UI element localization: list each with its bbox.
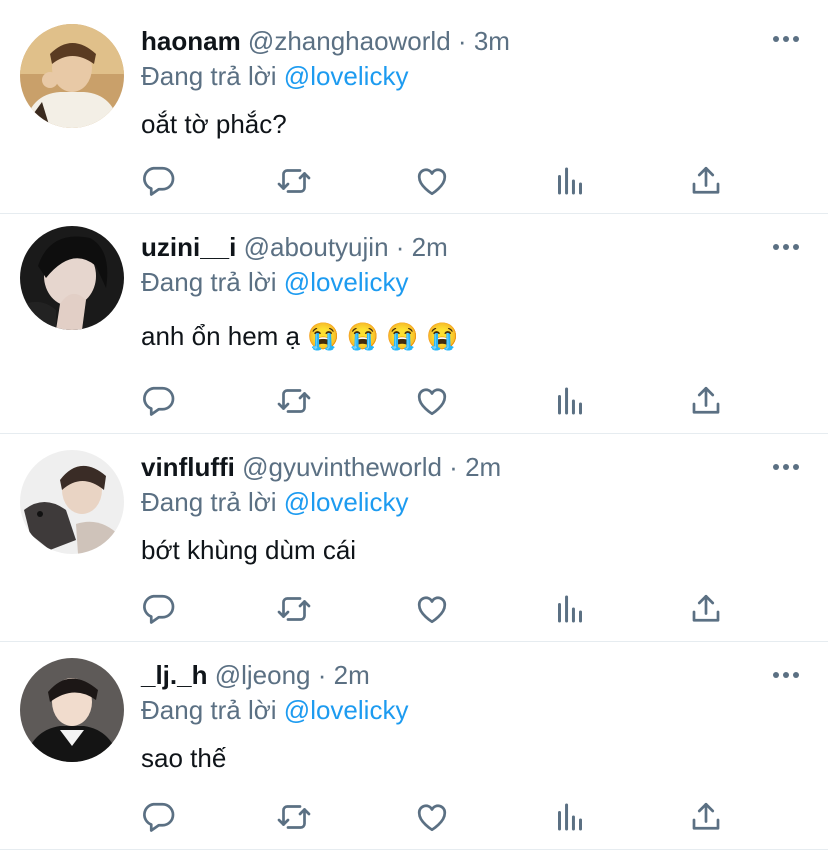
avatar[interactable] xyxy=(20,658,124,762)
timestamp[interactable]: 2m xyxy=(412,232,448,262)
mention-link[interactable]: @lovelicky xyxy=(284,695,409,725)
retweet-icon[interactable] xyxy=(276,163,312,199)
share-icon[interactable] xyxy=(688,383,724,419)
timestamp[interactable]: 2m xyxy=(334,660,370,690)
reply-icon[interactable] xyxy=(140,591,176,627)
like-icon[interactable] xyxy=(414,591,450,627)
username[interactable]: @ljeong xyxy=(215,660,311,690)
username[interactable]: @zhanghaoworld xyxy=(248,26,451,56)
tweet-card[interactable]: uzini__i @aboutyujin · 2m Đang trả lời @… xyxy=(0,214,828,434)
reply-icon[interactable] xyxy=(140,799,176,835)
reply-prefix: Đang trả lời xyxy=(141,61,277,91)
tweet-text: anh ổn hem ạ 😭 😭 😭 😭 xyxy=(141,321,459,351)
retweet-icon[interactable] xyxy=(276,383,312,419)
tweet-text: sao thế xyxy=(141,743,227,773)
reply-icon[interactable] xyxy=(140,163,176,199)
separator: · xyxy=(457,26,467,56)
separator: · xyxy=(449,452,458,482)
tweet-card[interactable]: vinfluffi @gyuvintheworld · 2m Đang trả … xyxy=(0,434,828,642)
analytics-icon[interactable] xyxy=(552,383,588,419)
reply-prefix: Đang trả lời xyxy=(141,695,277,725)
like-icon[interactable] xyxy=(414,163,450,199)
display-name[interactable]: uzini__i xyxy=(141,232,236,262)
reply-prefix: Đang trả lời xyxy=(141,267,277,297)
username[interactable]: @aboutyujin xyxy=(244,232,389,262)
more-icon[interactable] xyxy=(772,242,800,252)
mention-link[interactable]: @lovelicky xyxy=(284,487,409,517)
tweet-card[interactable]: haonam @zhanghaoworld · 3m Đang trả lời … xyxy=(0,0,828,214)
retweet-icon[interactable] xyxy=(276,591,312,627)
avatar[interactable] xyxy=(20,226,124,330)
avatar[interactable] xyxy=(20,24,124,128)
username[interactable]: @gyuvintheworld xyxy=(242,452,442,482)
tweet-text: bớt khùng dùm cái xyxy=(141,535,357,565)
reply-prefix: Đang trả lời xyxy=(141,487,277,517)
timestamp[interactable]: 3m xyxy=(474,26,510,56)
replying-to: Đang trả lời @lovelicky xyxy=(141,59,808,93)
more-icon[interactable] xyxy=(772,670,800,680)
separator: · xyxy=(395,232,405,262)
timestamp[interactable]: 2m xyxy=(465,452,501,482)
replying-to: Đang trả lời @lovelicky xyxy=(141,265,808,299)
share-icon[interactable] xyxy=(688,799,724,835)
display-name[interactable]: haonam xyxy=(141,26,241,56)
analytics-icon[interactable] xyxy=(552,163,588,199)
display-name[interactable]: vinfluffi xyxy=(141,452,235,482)
share-icon[interactable] xyxy=(688,163,724,199)
replying-to: Đang trả lời @lovelicky xyxy=(141,485,808,519)
more-icon[interactable] xyxy=(772,462,800,472)
avatar[interactable] xyxy=(20,450,124,554)
mention-link[interactable]: @lovelicky xyxy=(284,267,409,297)
tweet-card[interactable]: _lj._h @ljeong · 2m Đang trả lời @loveli… xyxy=(0,642,828,850)
more-icon[interactable] xyxy=(772,34,800,44)
reply-icon[interactable] xyxy=(140,383,176,419)
tweet-text: oắt tờ phắc? xyxy=(141,109,287,139)
analytics-icon[interactable] xyxy=(552,799,588,835)
analytics-icon[interactable] xyxy=(552,591,588,627)
retweet-icon[interactable] xyxy=(276,799,312,835)
reply-feed: haonam @zhanghaoworld · 3m Đang trả lời … xyxy=(0,0,828,850)
separator: · xyxy=(317,660,327,690)
mention-link[interactable]: @lovelicky xyxy=(284,61,409,91)
replying-to: Đang trả lời @lovelicky xyxy=(141,693,808,727)
like-icon[interactable] xyxy=(414,383,450,419)
like-icon[interactable] xyxy=(414,799,450,835)
display-name[interactable]: _lj._h xyxy=(141,660,207,690)
share-icon[interactable] xyxy=(688,591,724,627)
